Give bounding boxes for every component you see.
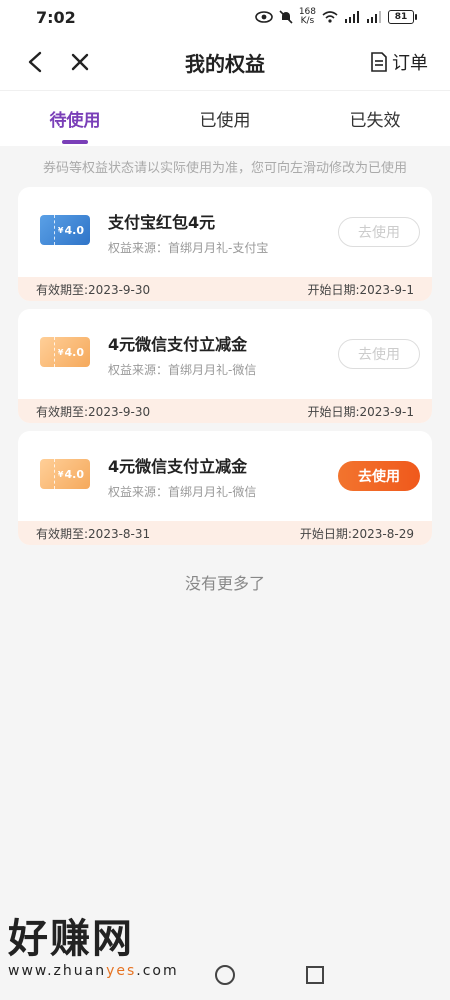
benefit-card[interactable]: ¥4.0 支付宝红包4元 权益来源：首绑月月礼-支付宝 去使用 有效期至:202… — [18, 187, 432, 301]
signal-icon-2 — [366, 11, 382, 23]
watermark-url-accent: yes — [106, 963, 137, 979]
battery-level: 81 — [394, 12, 408, 22]
use-button[interactable]: 去使用 — [338, 461, 420, 491]
no-more-text: 没有更多了 — [184, 574, 265, 593]
chevron-left-icon — [28, 51, 42, 73]
coupon-value: 4.0 — [64, 467, 85, 481]
tab-expired[interactable]: 已失效 — [300, 91, 450, 146]
battery-icon: 81 — [388, 10, 417, 24]
order-label: 订单 — [392, 53, 428, 74]
watermark-url: www.zhuanyes.com — [8, 963, 208, 979]
use-button[interactable]: 去使用 — [338, 217, 420, 247]
tab-used[interactable]: 已使用 — [150, 91, 300, 146]
tab-label: 已使用 — [199, 111, 251, 131]
start-date: 开始日期:2023-8-29 — [299, 526, 414, 541]
watermark-title: 好赚网 — [8, 916, 134, 962]
tab-pending[interactable]: 待使用 — [0, 91, 150, 146]
watermark-url-pre: www.zhuan — [8, 963, 107, 979]
wifi-icon — [322, 11, 338, 23]
nav-bar: 我的权益 订单 — [0, 34, 450, 90]
order-button[interactable]: 订单 — [370, 48, 428, 76]
back-button[interactable] — [22, 48, 50, 76]
coupon-icon: ¥4.0 — [40, 337, 90, 367]
signal-icon-1 — [344, 11, 360, 23]
tab-label: 已失效 — [349, 111, 401, 131]
card-footer: 有效期至:2023-9-30 开始日期:2023-9-1 — [18, 277, 432, 301]
home-circle-icon[interactable] — [214, 964, 236, 986]
recents-square-icon[interactable] — [304, 964, 326, 986]
expiry-date: 有效期至:2023-9-30 — [36, 404, 151, 419]
expiry-date: 有效期至:2023-8-31 — [36, 526, 151, 541]
start-date: 开始日期:2023-9-1 — [307, 282, 414, 297]
status-icons: 168 K/s 81 — [255, 8, 417, 26]
watermark: 好赚网 www.zhuanyes.com — [8, 915, 208, 1000]
benefit-card[interactable]: ¥4.0 4元微信支付立减金 权益来源：首绑月月礼-微信 去使用 有效期至:20… — [18, 309, 432, 423]
card-footer: 有效期至:2023-9-30 开始日期:2023-9-1 — [18, 399, 432, 423]
mute-bell-icon — [279, 10, 293, 24]
card-source: 权益来源：首绑月月礼-微信 — [108, 485, 257, 499]
document-icon — [371, 52, 387, 72]
coupon-icon: ¥4.0 — [40, 459, 90, 489]
coupon-icon: ¥4.0 — [40, 215, 90, 245]
coupon-value: 4.0 — [64, 345, 85, 359]
card-title: 4元微信支付立减金 — [108, 457, 248, 476]
card-source: 权益来源：首绑月月礼-支付宝 — [108, 241, 269, 255]
status-time: 7:02 — [36, 7, 76, 27]
eye-icon — [255, 11, 273, 23]
speed-unit: K/s — [300, 16, 315, 26]
status-bar: 7:02 168 K/s 81 — [0, 0, 450, 34]
card-footer: 有效期至:2023-8-31 开始日期:2023-8-29 — [18, 521, 432, 545]
coupon-value: 4.0 — [64, 223, 85, 237]
close-button[interactable] — [66, 48, 94, 76]
close-icon — [71, 53, 89, 71]
network-speed: 168 K/s — [299, 8, 316, 26]
watermark-url-post: .com — [136, 963, 179, 979]
benefit-card[interactable]: ¥4.0 4元微信支付立减金 权益来源：首绑月月礼-微信 去使用 有效期至:20… — [18, 431, 432, 545]
tab-bar: 待使用 已使用 已失效 — [0, 90, 450, 146]
card-title: 支付宝红包4元 — [108, 213, 216, 232]
use-button[interactable]: 去使用 — [338, 339, 420, 369]
active-tab-indicator — [62, 140, 88, 144]
expiry-date: 有效期至:2023-9-30 — [36, 282, 151, 297]
notice-text: 券码等权益状态请以实际使用为准，您可向左滑动修改为已使用 — [42, 160, 407, 176]
card-title: 4元微信支付立减金 — [108, 335, 248, 354]
tab-label: 待使用 — [49, 111, 101, 131]
card-source: 权益来源：首绑月月礼-微信 — [108, 363, 257, 377]
start-date: 开始日期:2023-9-1 — [307, 404, 414, 419]
